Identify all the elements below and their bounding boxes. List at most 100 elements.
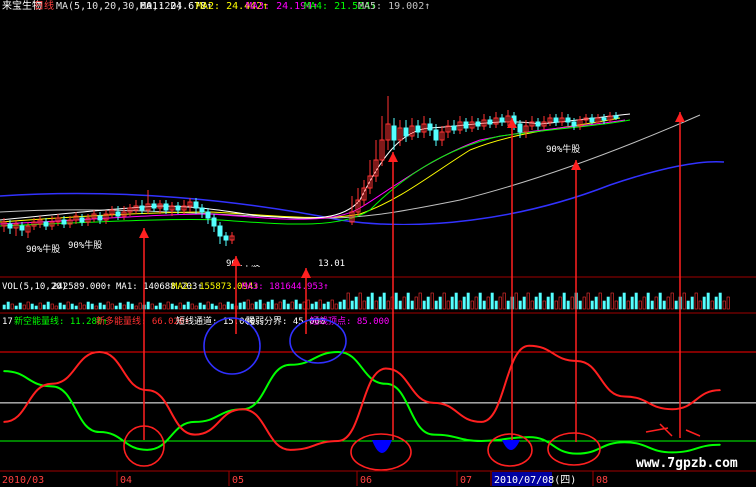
volume-bar bbox=[718, 292, 722, 310]
x-label-0: 2010/03 bbox=[2, 475, 44, 486]
series-point bbox=[146, 449, 148, 451]
series-point bbox=[3, 421, 5, 423]
volume-bar bbox=[366, 296, 370, 310]
candle-b13 bbox=[427, 123, 433, 131]
vol-value: 242589.000↑ bbox=[52, 282, 112, 292]
blank-region bbox=[238, 225, 756, 265]
candle-b9 bbox=[403, 127, 409, 137]
x-label-3: 06 bbox=[360, 475, 372, 486]
series-point bbox=[480, 421, 483, 423]
volume-bar bbox=[238, 302, 242, 310]
volume-bar bbox=[242, 301, 246, 310]
bull-label-2: 90%牛股 bbox=[546, 143, 580, 155]
volume-bar bbox=[46, 301, 50, 310]
volume-bar bbox=[226, 301, 230, 310]
volume-bar bbox=[106, 301, 110, 310]
volume-bar bbox=[118, 302, 122, 310]
arrow-head-6 bbox=[675, 112, 685, 122]
watermark: www.7gpzb.com bbox=[636, 456, 738, 471]
ma-value-5: MA5: 19.002↑ bbox=[358, 1, 430, 12]
volume-bar bbox=[554, 300, 558, 310]
candle-b23 bbox=[487, 119, 493, 125]
ma1-line bbox=[0, 113, 631, 221]
volume-bar bbox=[298, 303, 302, 310]
volume-bar bbox=[218, 302, 222, 310]
series-point bbox=[719, 443, 721, 446]
volume-bar bbox=[606, 296, 610, 310]
volume-bar bbox=[330, 299, 334, 310]
series-point bbox=[146, 389, 148, 391]
volume-bar bbox=[562, 292, 566, 310]
bull-label-1: 90%牛股 bbox=[68, 239, 102, 251]
volume-bar bbox=[586, 292, 590, 310]
candle-a16 bbox=[97, 215, 103, 221]
volume-bar bbox=[150, 303, 154, 310]
series-point bbox=[50, 385, 53, 388]
volume-bar bbox=[534, 296, 538, 310]
volume-bar bbox=[190, 303, 194, 310]
volume-bar bbox=[542, 300, 546, 310]
volume-bar bbox=[206, 301, 210, 310]
candle-a3 bbox=[19, 225, 25, 231]
volume-bar bbox=[414, 296, 418, 310]
volume-bar bbox=[642, 296, 646, 310]
volume-bar bbox=[666, 296, 670, 310]
volume-bar bbox=[198, 302, 202, 310]
low-highlight-0 bbox=[372, 440, 392, 453]
volume-bar bbox=[78, 302, 82, 310]
volume-bar bbox=[682, 292, 686, 310]
ma2-line bbox=[0, 117, 621, 223]
volume-bar bbox=[374, 300, 378, 310]
candle-b31 bbox=[535, 121, 541, 127]
volume-bar bbox=[318, 299, 322, 310]
volume-bar bbox=[102, 304, 106, 310]
volume-bar bbox=[674, 300, 678, 310]
volume-bar bbox=[458, 300, 462, 310]
volume-bar bbox=[130, 303, 134, 310]
volume-bar bbox=[502, 292, 506, 310]
volume-bar bbox=[610, 292, 614, 310]
candle-b42 bbox=[601, 117, 607, 121]
candle-a19 bbox=[115, 211, 121, 217]
volume-bar bbox=[578, 300, 582, 310]
volume-bar bbox=[170, 303, 174, 310]
ind-short-energy: 新空能量线: 11.280↑ bbox=[14, 315, 108, 327]
ind-index: 17 bbox=[2, 317, 13, 327]
volume-bar bbox=[670, 292, 674, 310]
candle-a7 bbox=[43, 221, 49, 227]
volume-bar bbox=[714, 296, 718, 310]
volume-bar bbox=[470, 300, 474, 310]
ma3-line bbox=[0, 119, 626, 225]
volume-bar bbox=[86, 301, 90, 310]
volume-bar bbox=[178, 302, 182, 310]
series-point bbox=[98, 351, 101, 353]
volume-bar bbox=[62, 304, 66, 310]
volume-bar bbox=[174, 305, 178, 310]
volume-bar bbox=[418, 292, 422, 310]
volume-bar bbox=[90, 303, 94, 310]
candle-b44 bbox=[613, 115, 619, 119]
volume-bar bbox=[494, 300, 498, 310]
x-axis-labels: 2010/03 04 05 06 07 2010/07/08(四) 08 bbox=[2, 471, 608, 486]
x-label-5: 2010/07/08(四) bbox=[494, 475, 576, 486]
volume-bar bbox=[370, 292, 374, 310]
highlight-circle-5 bbox=[547, 432, 601, 466]
arrow-head-3 bbox=[388, 152, 398, 162]
volume-bar bbox=[14, 305, 18, 310]
volume-bar bbox=[154, 305, 158, 310]
volume-bar bbox=[506, 300, 510, 310]
series-point bbox=[3, 370, 5, 372]
volume-bar bbox=[38, 302, 42, 310]
volume-bar bbox=[582, 296, 586, 310]
series-point bbox=[194, 433, 196, 436]
candle-a1 bbox=[7, 223, 13, 229]
series-point bbox=[528, 344, 530, 347]
candle-a27 bbox=[163, 203, 169, 211]
volume-bar bbox=[250, 303, 254, 310]
candle-b14 bbox=[433, 129, 439, 141]
volume-bar bbox=[398, 300, 402, 310]
volume-bar bbox=[294, 299, 298, 310]
volume-bar bbox=[314, 301, 318, 310]
volume-bar bbox=[282, 299, 286, 310]
volume-bar bbox=[10, 303, 14, 310]
